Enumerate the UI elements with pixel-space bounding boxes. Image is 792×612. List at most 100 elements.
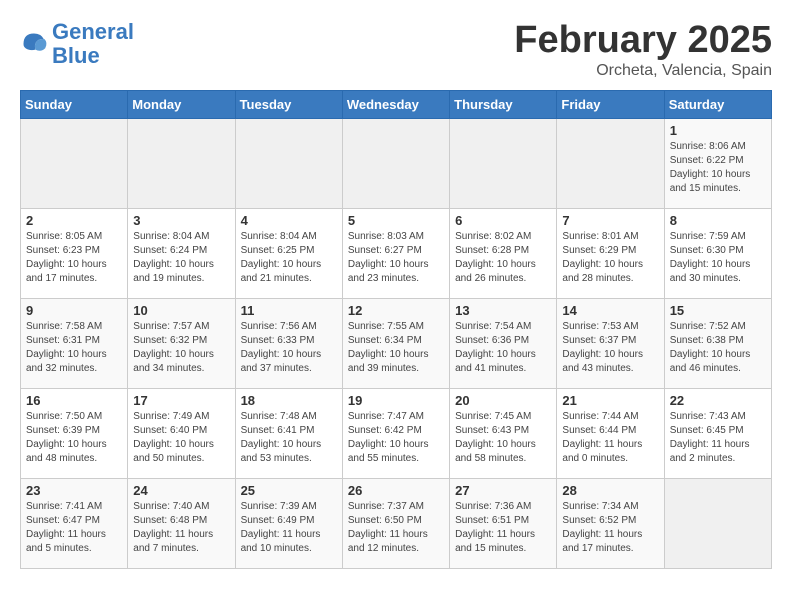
weekday-header-thursday: Thursday xyxy=(450,90,557,118)
day-number: 13 xyxy=(455,303,551,318)
calendar-table: SundayMondayTuesdayWednesdayThursdayFrid… xyxy=(20,90,772,569)
calendar-cell: 5 Sunrise: 8:03 AM Sunset: 6:27 PM Daylig… xyxy=(342,208,449,298)
day-number: 7 xyxy=(562,213,658,228)
day-number: 17 xyxy=(133,393,229,408)
weekday-header-row: SundayMondayTuesdayWednesdayThursdayFrid… xyxy=(21,90,772,118)
calendar-cell xyxy=(557,118,664,208)
calendar-cell xyxy=(21,118,128,208)
day-info: Sunrise: 7:50 AM Sunset: 6:39 PM Dayligh… xyxy=(26,410,122,466)
day-number: 22 xyxy=(670,393,766,408)
day-number: 18 xyxy=(241,393,337,408)
week-row-1: 1 Sunrise: 8:06 AM Sunset: 6:22 PM Daylig… xyxy=(21,118,772,208)
day-number: 8 xyxy=(670,213,766,228)
day-number: 16 xyxy=(26,393,122,408)
day-info: Sunrise: 7:36 AM Sunset: 6:51 PM Dayligh… xyxy=(455,500,551,556)
day-info: Sunrise: 7:59 AM Sunset: 6:30 PM Dayligh… xyxy=(670,230,766,286)
calendar-cell xyxy=(235,118,342,208)
month-title: February 2025 xyxy=(514,20,772,62)
calendar-cell: 4 Sunrise: 8:04 AM Sunset: 6:25 PM Daylig… xyxy=(235,208,342,298)
day-number: 20 xyxy=(455,393,551,408)
day-info: Sunrise: 7:47 AM Sunset: 6:42 PM Dayligh… xyxy=(348,410,444,466)
day-info: Sunrise: 7:58 AM Sunset: 6:31 PM Dayligh… xyxy=(26,320,122,376)
day-info: Sunrise: 7:34 AM Sunset: 6:52 PM Dayligh… xyxy=(562,500,658,556)
calendar-cell xyxy=(128,118,235,208)
day-number: 25 xyxy=(241,483,337,498)
day-info: Sunrise: 7:40 AM Sunset: 6:48 PM Dayligh… xyxy=(133,500,229,556)
weekday-header-tuesday: Tuesday xyxy=(235,90,342,118)
day-info: Sunrise: 7:49 AM Sunset: 6:40 PM Dayligh… xyxy=(133,410,229,466)
day-info: Sunrise: 7:48 AM Sunset: 6:41 PM Dayligh… xyxy=(241,410,337,466)
weekday-header-monday: Monday xyxy=(128,90,235,118)
calendar-cell: 16 Sunrise: 7:50 AM Sunset: 6:39 PM Dayli… xyxy=(21,388,128,478)
day-info: Sunrise: 7:45 AM Sunset: 6:43 PM Dayligh… xyxy=(455,410,551,466)
day-info: Sunrise: 7:56 AM Sunset: 6:33 PM Dayligh… xyxy=(241,320,337,376)
week-row-4: 16 Sunrise: 7:50 AM Sunset: 6:39 PM Dayli… xyxy=(21,388,772,478)
calendar-cell: 2 Sunrise: 8:05 AM Sunset: 6:23 PM Daylig… xyxy=(21,208,128,298)
calendar-cell: 10 Sunrise: 7:57 AM Sunset: 6:32 PM Dayli… xyxy=(128,298,235,388)
week-row-2: 2 Sunrise: 8:05 AM Sunset: 6:23 PM Daylig… xyxy=(21,208,772,298)
title-block: February 2025 Orcheta, Valencia, Spain xyxy=(514,20,772,80)
day-number: 2 xyxy=(26,213,122,228)
calendar-cell xyxy=(450,118,557,208)
calendar-cell: 19Sunrise: 7:47 AM Sunset: 6:42 PM Dayli… xyxy=(342,388,449,478)
calendar-cell: 18 Sunrise: 7:48 AM Sunset: 6:41 PM Dayli… xyxy=(235,388,342,478)
day-number: 11 xyxy=(241,303,337,318)
calendar-cell: 15 Sunrise: 7:52 AM Sunset: 6:38 PM Dayli… xyxy=(664,298,771,388)
day-number: 6 xyxy=(455,213,551,228)
calendar-cell: 20 Sunrise: 7:45 AM Sunset: 6:43 PM Dayli… xyxy=(450,388,557,478)
calendar-cell: 11 Sunrise: 7:56 AM Sunset: 6:33 PM Dayli… xyxy=(235,298,342,388)
calendar-cell: 7 Sunrise: 8:01 AM Sunset: 6:29 PM Daylig… xyxy=(557,208,664,298)
logo: General Blue xyxy=(20,20,134,68)
day-number: 9 xyxy=(26,303,122,318)
calendar-cell: 6 Sunrise: 8:02 AM Sunset: 6:28 PM Daylig… xyxy=(450,208,557,298)
calendar-cell: 22 Sunrise: 7:43 AM Sunset: 6:45 PM Dayli… xyxy=(664,388,771,478)
day-info: Sunrise: 7:57 AM Sunset: 6:32 PM Dayligh… xyxy=(133,320,229,376)
day-info: Sunrise: 7:43 AM Sunset: 6:45 PM Dayligh… xyxy=(670,410,766,466)
week-row-3: 9 Sunrise: 7:58 AM Sunset: 6:31 PM Daylig… xyxy=(21,298,772,388)
day-number: 15 xyxy=(670,303,766,318)
location: Orcheta, Valencia, Spain xyxy=(514,62,772,80)
calendar-cell: 17 Sunrise: 7:49 AM Sunset: 6:40 PM Dayli… xyxy=(128,388,235,478)
day-number: 27 xyxy=(455,483,551,498)
week-row-5: 23Sunrise: 7:41 AM Sunset: 6:47 PM Dayli… xyxy=(21,478,772,568)
day-number: 24 xyxy=(133,483,229,498)
weekday-header-wednesday: Wednesday xyxy=(342,90,449,118)
day-info: Sunrise: 8:01 AM Sunset: 6:29 PM Dayligh… xyxy=(562,230,658,286)
calendar-cell xyxy=(342,118,449,208)
day-number: 4 xyxy=(241,213,337,228)
day-number: 10 xyxy=(133,303,229,318)
calendar-cell: 21Sunrise: 7:44 AM Sunset: 6:44 PM Dayli… xyxy=(557,388,664,478)
day-info: Sunrise: 8:02 AM Sunset: 6:28 PM Dayligh… xyxy=(455,230,551,286)
day-number: 5 xyxy=(348,213,444,228)
calendar-cell: 9 Sunrise: 7:58 AM Sunset: 6:31 PM Daylig… xyxy=(21,298,128,388)
day-info: Sunrise: 8:04 AM Sunset: 6:25 PM Dayligh… xyxy=(241,230,337,286)
day-info: Sunrise: 7:53 AM Sunset: 6:37 PM Dayligh… xyxy=(562,320,658,376)
day-info: Sunrise: 7:41 AM Sunset: 6:47 PM Dayligh… xyxy=(26,500,122,556)
day-number: 28 xyxy=(562,483,658,498)
day-number: 1 xyxy=(670,123,766,138)
calendar-cell: 14 Sunrise: 7:53 AM Sunset: 6:37 PM Dayli… xyxy=(557,298,664,388)
day-number: 14 xyxy=(562,303,658,318)
day-info: Sunrise: 7:37 AM Sunset: 6:50 PM Dayligh… xyxy=(348,500,444,556)
day-info: Sunrise: 7:39 AM Sunset: 6:49 PM Dayligh… xyxy=(241,500,337,556)
calendar-cell: 24 Sunrise: 7:40 AM Sunset: 6:48 PM Dayli… xyxy=(128,478,235,568)
logo-blue: Blue xyxy=(52,43,100,68)
calendar-cell: 23Sunrise: 7:41 AM Sunset: 6:47 PM Dayli… xyxy=(21,478,128,568)
day-number: 12 xyxy=(348,303,444,318)
day-info: Sunrise: 7:52 AM Sunset: 6:38 PM Dayligh… xyxy=(670,320,766,376)
day-info: Sunrise: 8:04 AM Sunset: 6:24 PM Dayligh… xyxy=(133,230,229,286)
calendar-cell: 28 Sunrise: 7:34 AM Sunset: 6:52 PM Dayli… xyxy=(557,478,664,568)
day-info: Sunrise: 8:03 AM Sunset: 6:27 PM Dayligh… xyxy=(348,230,444,286)
weekday-header-saturday: Saturday xyxy=(664,90,771,118)
logo-icon xyxy=(20,30,48,58)
calendar-cell: 3 Sunrise: 8:04 AM Sunset: 6:24 PM Daylig… xyxy=(128,208,235,298)
calendar-cell: 26 Sunrise: 7:37 AM Sunset: 6:50 PM Dayli… xyxy=(342,478,449,568)
day-info: Sunrise: 7:44 AM Sunset: 6:44 PM Dayligh… xyxy=(562,410,658,466)
day-info: Sunrise: 8:05 AM Sunset: 6:23 PM Dayligh… xyxy=(26,230,122,286)
day-number: 3 xyxy=(133,213,229,228)
day-number: 26 xyxy=(348,483,444,498)
calendar-cell: 8 Sunrise: 7:59 AM Sunset: 6:30 PM Daylig… xyxy=(664,208,771,298)
calendar-cell xyxy=(664,478,771,568)
weekday-header-friday: Friday xyxy=(557,90,664,118)
day-info: Sunrise: 8:06 AM Sunset: 6:22 PM Dayligh… xyxy=(670,140,766,196)
